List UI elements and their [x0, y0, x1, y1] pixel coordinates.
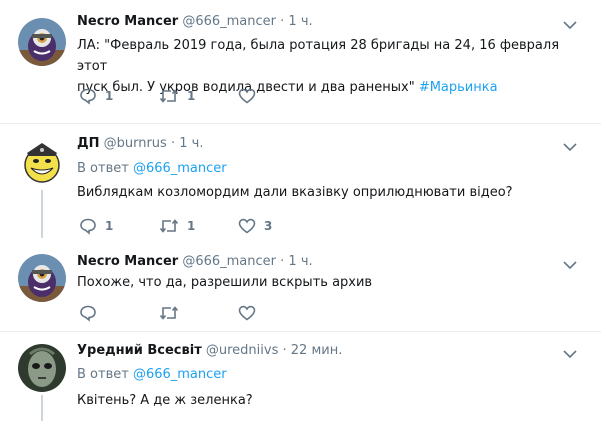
- retweet-button[interactable]: 1: [159, 87, 195, 105]
- reply-count: 1: [105, 219, 114, 233]
- avatar-dp[interactable]: [18, 138, 66, 186]
- like-icon: [238, 305, 256, 321]
- like-button[interactable]: [238, 87, 264, 105]
- author-handle[interactable]: @666_mancer: [182, 254, 276, 269]
- tweet-header: Necro Mancer @666_mancer · 1 ч.: [77, 254, 313, 269]
- reply-to-handle[interactable]: @666_mancer: [133, 161, 227, 176]
- avatar-necro-mancer[interactable]: [18, 254, 66, 302]
- like-count: 3: [264, 219, 273, 233]
- like-icon: [238, 218, 256, 234]
- timestamp[interactable]: 1 ч.: [288, 14, 312, 29]
- timestamp[interactable]: 1 ч.: [288, 254, 312, 269]
- tweet-header: ДП @burnrus · 1 ч.: [77, 136, 203, 151]
- separator-dot: ·: [280, 254, 285, 269]
- retweet-icon: [159, 89, 179, 103]
- author-name[interactable]: Necro Mancer: [77, 254, 178, 269]
- avatar-uredniy-vsesvit[interactable]: [18, 344, 66, 392]
- thread-connector: [41, 395, 43, 421]
- tweet-2[interactable]: ДП @burnrus · 1 ч. В ответ @666_mancer В…: [0, 124, 601, 239]
- retweet-icon: [159, 219, 179, 233]
- author-name[interactable]: Уредний Всесвіт: [77, 343, 202, 358]
- author-name[interactable]: Necro Mancer: [77, 14, 178, 29]
- separator-dot: ·: [170, 136, 176, 151]
- chevron-down-icon[interactable]: [563, 21, 577, 30]
- tweet-text: ЛА: "Февраль 2019 года, была ротация 28 …: [77, 35, 577, 98]
- tweet-header: Necro Mancer @666_mancer · 1 ч.: [77, 14, 313, 29]
- author-handle[interactable]: @666_mancer: [182, 14, 276, 29]
- tweet-text: Похоже, что да, разрешили вскрыть архив: [77, 275, 373, 290]
- reply-button[interactable]: 1: [79, 217, 113, 235]
- author-name[interactable]: ДП: [77, 136, 99, 151]
- reply-to-handle[interactable]: @666_mancer: [133, 367, 227, 382]
- reply-to-prefix: В ответ: [77, 161, 129, 176]
- like-icon: [238, 88, 256, 104]
- author-handle[interactable]: @uredniivs: [206, 343, 278, 358]
- hashtag-link[interactable]: #Марьинка: [419, 80, 498, 95]
- retweet-button[interactable]: 1: [159, 217, 195, 235]
- timestamp[interactable]: 1 ч.: [179, 136, 203, 151]
- reply-button[interactable]: [79, 304, 105, 322]
- retweet-icon: [159, 306, 179, 320]
- retweet-button[interactable]: [159, 304, 187, 322]
- tweet-text: Виблядкам козломордим дали вказівку опри…: [77, 185, 513, 200]
- separator-dot: ·: [282, 343, 287, 358]
- avatar-necro-mancer[interactable]: [18, 18, 66, 66]
- reply-to-line: В ответ @666_mancer: [77, 161, 227, 176]
- tweet-4[interactable]: Уредний Всесвіт @uredniivs · 22 мин. В о…: [0, 332, 601, 421]
- retweet-count: 1: [187, 219, 196, 233]
- tweet-text-line: пуск был. У укров водила двести и два ра…: [77, 77, 577, 98]
- separator-dot: ·: [280, 14, 285, 29]
- reply-icon: [80, 88, 96, 105]
- tweet-3[interactable]: Necro Mancer @666_mancer · 1 ч. Похоже, …: [0, 240, 601, 330]
- timestamp[interactable]: 22 мин.: [291, 343, 343, 358]
- chevron-down-icon[interactable]: [563, 143, 577, 152]
- tweet-text-line: ЛА: "Февраль 2019 года, была ротация 28 …: [77, 38, 560, 74]
- thread-connector: [41, 190, 43, 238]
- chevron-down-icon[interactable]: [563, 350, 577, 359]
- reply-to-line: В ответ @666_mancer: [77, 367, 227, 382]
- like-button[interactable]: [238, 304, 264, 322]
- chevron-down-icon[interactable]: [563, 261, 577, 270]
- tweet-header: Уредний Всесвіт @uredniivs · 22 мин.: [77, 343, 342, 358]
- tweet-text: Квітень? А де ж зеленка?: [77, 393, 253, 408]
- author-handle[interactable]: @burnrus: [104, 136, 167, 151]
- reply-count: 1: [105, 89, 114, 103]
- retweet-count: 1: [187, 89, 196, 103]
- reply-icon: [80, 218, 96, 235]
- like-button[interactable]: 3: [238, 217, 272, 235]
- reply-button[interactable]: 1: [79, 87, 113, 105]
- tweet-1[interactable]: Necro Mancer @666_mancer · 1 ч. ЛА: "Фев…: [0, 0, 601, 115]
- reply-icon: [80, 305, 96, 322]
- reply-to-prefix: В ответ: [77, 367, 129, 382]
